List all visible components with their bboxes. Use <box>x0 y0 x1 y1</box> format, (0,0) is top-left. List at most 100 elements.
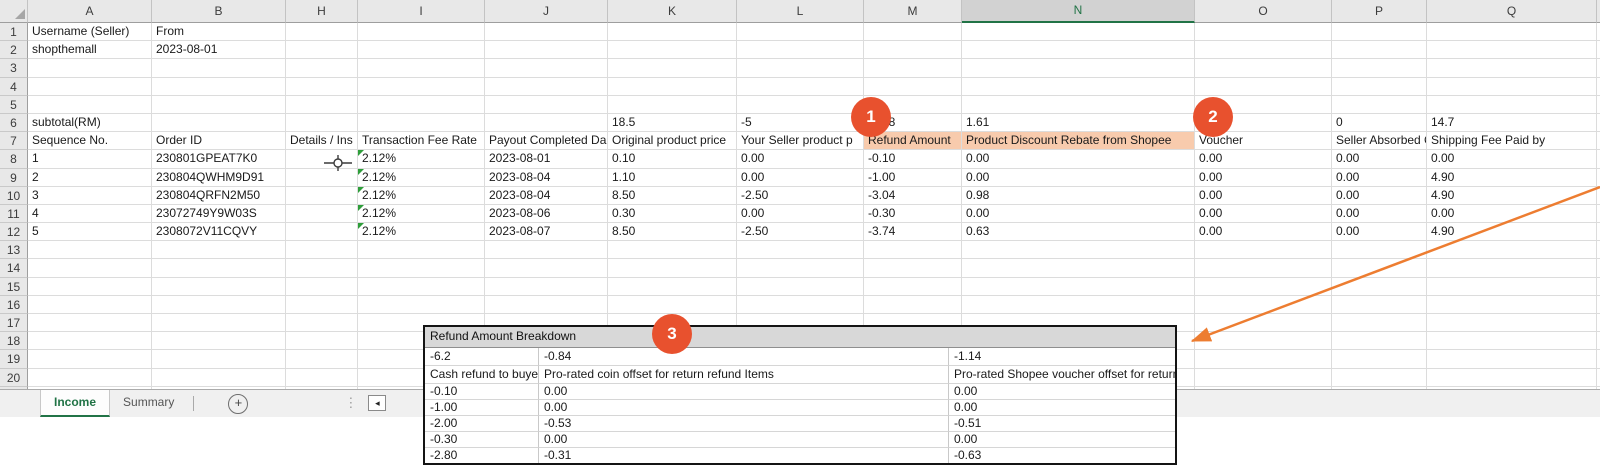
row-header-18[interactable]: 18 <box>0 332 28 351</box>
cell-J16[interactable] <box>485 295 608 314</box>
cell-J9[interactable]: 2023-08-04 <box>485 168 608 187</box>
cell-J11[interactable]: 2023-08-06 <box>485 204 608 224</box>
cell-Q8[interactable]: 0.00 <box>1427 150 1597 169</box>
cell-I1[interactable] <box>358 23 485 42</box>
cell-Q7[interactable]: Shipping Fee Paid by <box>1427 132 1597 151</box>
cell-K4[interactable] <box>608 77 737 96</box>
cell-Q4[interactable] <box>1427 77 1597 96</box>
cell-O10[interactable]: 0.00 <box>1195 186 1332 205</box>
row-header-15[interactable]: 15 <box>0 277 28 296</box>
cell-B11[interactable]: 23072749Y9W03S <box>152 204 286 224</box>
row-header-3[interactable]: 3 <box>0 59 28 78</box>
cell-B6[interactable] <box>152 113 286 133</box>
cell-B1[interactable]: From <box>152 23 286 42</box>
cell-M12[interactable]: -3.74 <box>864 223 962 242</box>
cell-B3[interactable] <box>152 59 286 78</box>
cell-K1[interactable] <box>608 23 737 42</box>
column-header-K[interactable]: K <box>608 0 737 23</box>
cell-I14[interactable] <box>358 259 485 278</box>
cell-K9[interactable]: 1.10 <box>608 168 737 187</box>
cell-A15[interactable] <box>28 277 152 296</box>
cell-I15[interactable] <box>358 277 485 296</box>
cell-H3[interactable] <box>286 59 358 78</box>
cell-K3[interactable] <box>608 59 737 78</box>
cell-P6[interactable]: 0 <box>1332 113 1427 133</box>
column-header-O[interactable]: O <box>1195 0 1332 23</box>
cell-M13[interactable] <box>864 241 962 260</box>
cell-M8[interactable]: -0.10 <box>864 150 962 169</box>
cell-H6[interactable] <box>286 113 358 133</box>
cell-M10[interactable]: -3.04 <box>864 186 962 205</box>
cell-A8[interactable]: 1 <box>28 150 152 169</box>
column-header-I[interactable]: I <box>358 0 485 23</box>
row-header-8[interactable]: 8 <box>0 150 28 169</box>
cell-L16[interactable] <box>737 295 864 314</box>
cell-P19[interactable] <box>1332 350 1427 369</box>
cell-B20[interactable] <box>152 368 286 387</box>
cell-J13[interactable] <box>485 241 608 260</box>
cell-N2[interactable] <box>962 41 1195 60</box>
cell-H11[interactable] <box>286 204 358 224</box>
cell-B8[interactable]: 230801GPEAT7K0 <box>152 150 286 169</box>
row-header-16[interactable]: 16 <box>0 295 28 314</box>
cell-K13[interactable] <box>608 241 737 260</box>
cell-P17[interactable] <box>1332 314 1427 333</box>
cell-L1[interactable] <box>737 23 864 42</box>
cell-O9[interactable]: 0.00 <box>1195 168 1332 187</box>
cell-A7[interactable]: Sequence No. <box>28 132 152 151</box>
cell-N14[interactable] <box>962 259 1195 278</box>
cell-L8[interactable]: 0.00 <box>737 150 864 169</box>
cell-H7[interactable]: Details / Ins <box>286 132 358 151</box>
row-header-11[interactable]: 11 <box>0 204 28 224</box>
cell-B13[interactable] <box>152 241 286 260</box>
cell-P8[interactable]: 0.00 <box>1332 150 1427 169</box>
cell-H2[interactable] <box>286 41 358 60</box>
cell-B19[interactable] <box>152 350 286 369</box>
column-header-Q[interactable]: Q <box>1427 0 1597 23</box>
cell-L4[interactable] <box>737 77 864 96</box>
cell-A4[interactable] <box>28 77 152 96</box>
cell-L3[interactable] <box>737 59 864 78</box>
column-header-M[interactable]: M <box>864 0 962 23</box>
cell-L12[interactable]: -2.50 <box>737 223 864 242</box>
cell-A14[interactable] <box>28 259 152 278</box>
cell-I8[interactable]: 2.12% <box>358 150 485 169</box>
cell-L15[interactable] <box>737 277 864 296</box>
row-header-2[interactable]: 2 <box>0 41 28 60</box>
cell-O2[interactable] <box>1195 41 1332 60</box>
cell-I16[interactable] <box>358 295 485 314</box>
cell-H1[interactable] <box>286 23 358 42</box>
cell-Q14[interactable] <box>1427 259 1597 278</box>
column-header-J[interactable]: J <box>485 0 608 23</box>
cell-B5[interactable] <box>152 95 286 114</box>
cell-N13[interactable] <box>962 241 1195 260</box>
cell-L7[interactable]: Your Seller product p <box>737 132 864 151</box>
row-header-20[interactable]: 20 <box>0 368 28 387</box>
cell-J1[interactable] <box>485 23 608 42</box>
select-all-corner[interactable] <box>0 0 28 23</box>
cell-M16[interactable] <box>864 295 962 314</box>
cell-H5[interactable] <box>286 95 358 114</box>
cell-M1[interactable] <box>864 23 962 42</box>
cell-O8[interactable]: 0.00 <box>1195 150 1332 169</box>
cell-Q2[interactable] <box>1427 41 1597 60</box>
cell-Q15[interactable] <box>1427 277 1597 296</box>
cell-O3[interactable] <box>1195 59 1332 78</box>
cell-A10[interactable]: 3 <box>28 186 152 205</box>
cell-K10[interactable]: 8.50 <box>608 186 737 205</box>
cell-Q9[interactable]: 4.90 <box>1427 168 1597 187</box>
row-header-9[interactable]: 9 <box>0 168 28 187</box>
cell-N16[interactable] <box>962 295 1195 314</box>
cell-P20[interactable] <box>1332 368 1427 387</box>
cell-M4[interactable] <box>864 77 962 96</box>
cell-H9[interactable] <box>286 168 358 187</box>
cell-B10[interactable]: 230804QRFN2M50 <box>152 186 286 205</box>
cell-J6[interactable] <box>485 113 608 133</box>
cell-M15[interactable] <box>864 277 962 296</box>
tab-summary[interactable]: Summary <box>110 390 187 417</box>
row-header-12[interactable]: 12 <box>0 223 28 242</box>
cell-J10[interactable]: 2023-08-04 <box>485 186 608 205</box>
tab-bar-resize-handle[interactable]: ⋮ <box>344 390 357 417</box>
cell-A11[interactable]: 4 <box>28 204 152 224</box>
cell-P18[interactable] <box>1332 332 1427 351</box>
